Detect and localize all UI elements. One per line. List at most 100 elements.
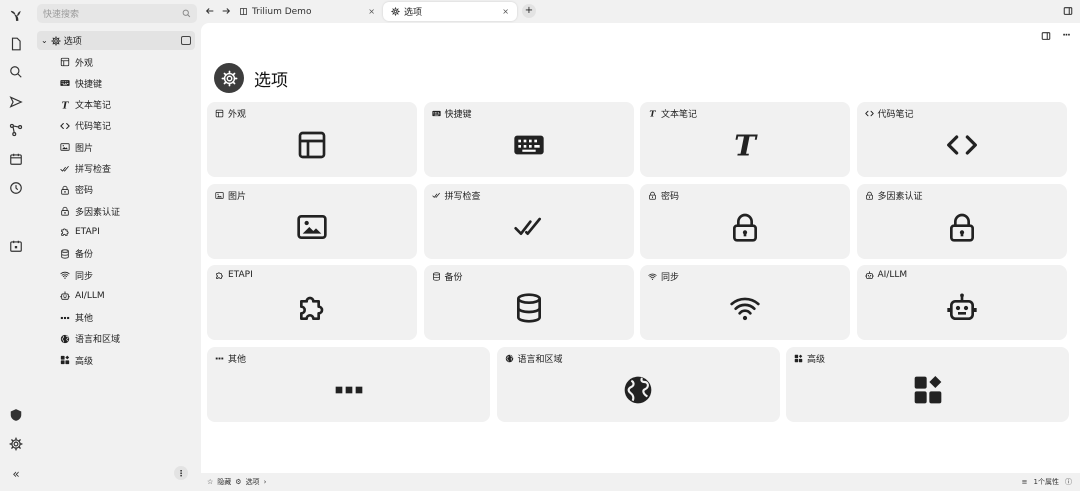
wifi-icon [648,272,657,281]
page-title: 选项 [254,70,288,91]
image-icon [60,142,70,152]
puzzle-icon [60,227,70,237]
today-icon[interactable] [5,235,27,257]
protected-session-icon[interactable] [5,404,27,426]
tree-item-label: 快捷键 [75,79,103,90]
options-card[interactable]: 同步 [640,265,850,340]
options-card[interactable]: 快捷键 [423,102,634,177]
code-icon [865,109,874,118]
lock-icon [865,191,874,200]
lock-icon [946,211,978,243]
apps-icon [60,355,70,365]
tree-item[interactable]: 拼写检查 [60,160,111,178]
new-note-icon[interactable] [5,33,27,55]
options-card[interactable]: 备份 [423,265,634,340]
puzzle-icon [296,292,328,324]
tree-item-label: 多因素认证 [75,207,121,218]
options-card[interactable]: 高级 [786,347,1069,422]
globe-icon [60,334,70,344]
tree-item[interactable]: ETAPI [60,223,100,241]
tree-item[interactable]: 密码 [60,181,93,199]
hide-icon[interactable]: ☆ [207,478,213,486]
tree-item[interactable]: 文本笔记 [60,96,111,114]
new-tab-icon[interactable]: + [522,4,536,18]
card-label: 同步 [661,273,680,283]
split-icon[interactable] [181,36,191,45]
tree-item-label: 语言和区域 [75,335,121,346]
note-tree-panel: 快速搜索 ⌄ 选项 外观快捷键文本笔记代码笔记图片拼写检查密码多因素认证 ETAP… [33,0,201,491]
tree-item[interactable]: 语言和区域 [60,330,120,348]
tree-item[interactable]: 快捷键 [60,74,102,92]
search-icon [182,9,191,18]
database-icon [513,292,545,324]
check-double-icon [60,164,70,174]
options-card[interactable]: AI/LLM [856,265,1067,340]
options-card[interactable]: 其他 [207,347,490,422]
tree-item-options[interactable]: ⌄ 选项 [37,31,195,50]
right-pane-icon[interactable] [1061,4,1075,18]
history-icon[interactable] [5,177,27,199]
gear-icon[interactable] [214,63,244,93]
tree-item[interactable]: 高级 [60,351,93,369]
toggle-right-pane-icon[interactable] [1040,30,1052,42]
lock-icon [60,185,70,195]
code-icon [946,129,978,161]
quick-search-input[interactable]: 快速搜索 [37,4,197,23]
tree-item-label: 密码 [75,186,94,197]
tab-options[interactable]: 选项 × [383,2,517,21]
note-content: ··· 选项 外观 快捷键 文本笔记 代码笔记图片 拼写检查 密码 多因素认证 ETAPI 备份… [201,23,1080,473]
breadcrumb-item[interactable]: 隐藏 [217,477,231,487]
tree-item[interactable]: 其他 [60,309,93,327]
options-card[interactable]: 语言和区域 [496,347,780,422]
jump-to-icon[interactable] [5,91,27,113]
back-icon[interactable] [203,4,217,18]
info-icon[interactable]: ⓘ [1065,477,1072,487]
options-card[interactable]: 图片 [207,184,417,259]
gear-icon [391,7,400,16]
tree-settings-icon[interactable]: ⋮ [174,466,188,480]
options-card[interactable]: 外观 [207,102,417,177]
dots-icon [60,313,70,323]
tree-item[interactable]: 代码笔记 [60,117,111,135]
chevron-down-icon[interactable]: ⌄ [41,36,48,45]
tree-item[interactable]: AI/LLM [60,287,105,305]
attributes-icon: ≡ [1021,478,1028,486]
note-map-icon[interactable] [5,119,27,141]
card-label: 文本笔记 [661,110,698,120]
breadcrumb-item[interactable]: 选项 [246,477,260,487]
keyboard-icon [60,78,70,88]
settings-icon[interactable] [5,433,27,455]
tree-item[interactable]: 外观 [60,53,93,71]
options-card[interactable]: 密码 [640,184,850,259]
tab-trilium-demo[interactable]: Trilium Demo × [231,2,383,21]
options-card[interactable]: 文本笔记 [640,102,850,177]
options-card[interactable]: 多因素认证 [856,184,1067,259]
tree-item[interactable]: 同步 [60,266,93,284]
calendar-icon[interactable] [5,148,27,170]
attributes-count[interactable]: 1个属性 [1034,477,1059,487]
robot-icon [946,292,978,324]
options-card[interactable]: 代码笔记 [856,102,1067,177]
database-icon [60,249,70,259]
more-options-icon[interactable]: ··· [1060,30,1072,42]
tree-item-label: 备份 [75,250,94,261]
options-card[interactable]: ETAPI [207,265,417,340]
tree-item[interactable]: 多因素认证 [60,202,120,220]
collapse-sidebar-icon[interactable]: « [5,463,27,485]
tree-item[interactable]: 图片 [60,138,93,156]
tree-item[interactable]: 备份 [60,245,93,263]
search-icon[interactable] [5,61,27,83]
options-card[interactable]: 拼写检查 [423,184,634,259]
wifi-icon [60,270,70,280]
card-label: 拼写检查 [444,192,481,202]
tree-item-label: 同步 [75,271,94,282]
close-icon[interactable]: × [368,7,375,16]
app-logo-icon[interactable] [5,4,27,26]
code-icon [60,121,70,131]
launcher-bar: « [0,0,33,491]
quick-search-placeholder: 快速搜索 [43,10,80,20]
close-icon[interactable]: × [502,7,509,16]
card-label: 快捷键 [444,110,472,120]
chevron-right-icon[interactable]: › [264,478,267,486]
text-icon [729,129,761,161]
